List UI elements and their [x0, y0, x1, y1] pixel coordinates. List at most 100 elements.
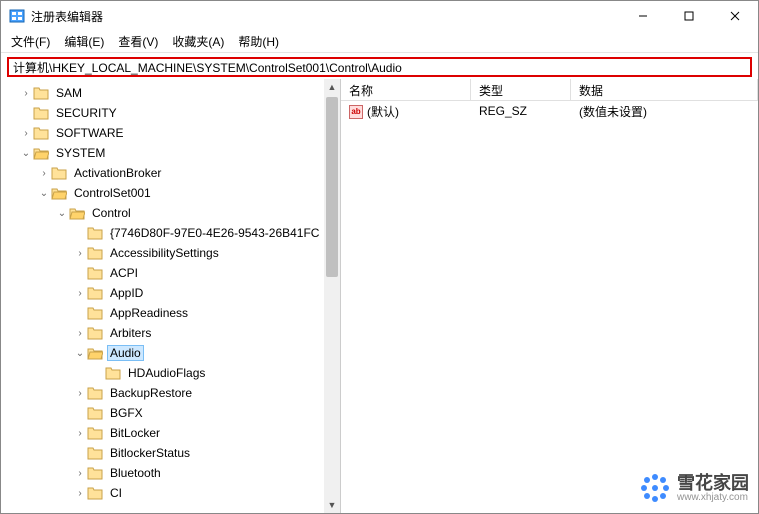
menubar: 文件(F) 编辑(E) 查看(V) 收藏夹(A) 帮助(H) — [1, 31, 758, 53]
tree-node[interactable]: › ActivationBroker — [1, 163, 340, 183]
expand-icon[interactable]: › — [73, 328, 87, 339]
registry-tree[interactable]: ›SAMSECURITY›SOFTWARE⌄SYSTEM›ActivationB… — [1, 79, 341, 513]
watermark-title: 雪花家园 — [677, 474, 749, 492]
tree-node[interactable]: › BitLocker — [1, 423, 340, 443]
expand-icon[interactable]: › — [73, 288, 87, 299]
folder-icon — [105, 366, 121, 380]
folder-icon — [87, 426, 103, 440]
watermark-text-block: 雪花家园 www.xhjaty.com — [677, 474, 749, 503]
col-data[interactable]: 数据 — [571, 79, 758, 100]
expand-icon[interactable]: › — [73, 388, 87, 399]
tree-label: BitLocker — [107, 425, 163, 441]
tree-node[interactable]: ⌄ SYSTEM — [1, 143, 340, 163]
tree-label: ControlSet001 — [71, 185, 154, 201]
app-icon — [9, 8, 25, 24]
scroll-down-button[interactable]: ▼ — [324, 497, 340, 513]
values-rows: ab(默认)REG_SZ(数值未设置) — [341, 101, 758, 121]
scroll-thumb[interactable] — [326, 97, 338, 277]
tree-node[interactable]: ⌄ Control — [1, 203, 340, 223]
folder-icon — [87, 286, 103, 300]
tree-node[interactable]: ›CI — [1, 483, 340, 503]
menu-edit[interactable]: 编辑(E) — [64, 33, 104, 50]
tree-label: BackupRestore — [107, 385, 195, 401]
maximize-button[interactable] — [666, 1, 712, 31]
scroll-up-button[interactable]: ▲ — [324, 79, 340, 95]
value-name: (默认) — [367, 105, 399, 119]
tree-node[interactable]: › BackupRestore — [1, 383, 340, 403]
watermark-url: www.xhjaty.com — [677, 492, 749, 503]
tree-node[interactable]: › AppID — [1, 283, 340, 303]
tree-label: Arbiters — [107, 325, 154, 341]
menu-file[interactable]: 文件(F) — [11, 33, 50, 50]
values-pane: 名称 类型 数据 ab(默认)REG_SZ(数值未设置) — [341, 79, 758, 513]
menu-view[interactable]: 查看(V) — [118, 33, 158, 50]
tree-node[interactable]: ›Bluetooth — [1, 463, 340, 483]
minimize-button[interactable] — [620, 1, 666, 31]
folder-icon — [87, 466, 103, 480]
tree-label: SAM — [53, 85, 85, 101]
watermark: 雪花家园 www.xhjaty.com — [639, 472, 749, 504]
tree-node[interactable]: AppReadiness — [1, 303, 340, 323]
folder-icon — [87, 406, 103, 420]
expand-icon[interactable]: ⌄ — [73, 348, 87, 359]
tree-node[interactable]: BitlockerStatus — [1, 443, 340, 463]
address-bar[interactable] — [7, 57, 752, 77]
expand-icon[interactable]: › — [19, 88, 33, 99]
tree-node[interactable]: › SOFTWARE — [1, 123, 340, 143]
tree-node[interactable]: ⌄ Audio — [1, 343, 340, 363]
tree-node[interactable]: {7746D80F-97E0-4E26-9543-26B41FC — [1, 223, 340, 243]
expand-icon[interactable]: ⌄ — [37, 188, 51, 199]
tree-label: HDAudioFlags — [125, 365, 208, 381]
tree-node[interactable]: › Arbiters — [1, 323, 340, 343]
content-area: ›SAMSECURITY›SOFTWARE⌄SYSTEM›ActivationB… — [1, 79, 758, 513]
folder-icon — [87, 446, 103, 460]
menu-favorites[interactable]: 收藏夹(A) — [172, 33, 224, 50]
tree-label: SOFTWARE — [53, 125, 127, 141]
tree-node[interactable]: ⌄ ControlSet001 — [1, 183, 340, 203]
tree-node[interactable]: ACPI — [1, 263, 340, 283]
expand-icon[interactable]: ⌄ — [19, 148, 33, 159]
expand-icon[interactable]: › — [37, 168, 51, 179]
folder-icon — [33, 146, 49, 160]
tree-label: SYSTEM — [53, 145, 108, 161]
folder-icon — [33, 126, 49, 140]
window-title: 注册表编辑器 — [31, 8, 620, 25]
registry-window: 注册表编辑器 文件(F) 编辑(E) 查看(V) 收藏夹(A) 帮助(H) ›S… — [0, 0, 759, 514]
folder-icon — [87, 326, 103, 340]
tree-label: ACPI — [107, 265, 141, 281]
address-bar-container — [7, 57, 752, 77]
snowflake-icon — [639, 472, 671, 504]
tree-label: Audio — [107, 345, 144, 361]
folder-icon — [87, 226, 103, 240]
tree-scrollbar[interactable]: ▲ ▼ — [324, 79, 340, 513]
tree-node[interactable]: SECURITY — [1, 103, 340, 123]
folder-icon — [51, 186, 67, 200]
tree-node[interactable]: › AccessibilitySettings — [1, 243, 340, 263]
expand-icon[interactable]: ⌄ — [55, 208, 69, 219]
tree-label: Control — [89, 205, 134, 221]
col-name[interactable]: 名称 — [341, 79, 471, 100]
folder-icon — [33, 86, 49, 100]
expand-icon[interactable]: › — [73, 428, 87, 439]
expand-icon[interactable]: › — [73, 248, 87, 259]
tree-label: AccessibilitySettings — [107, 245, 222, 261]
expand-icon[interactable]: › — [19, 128, 33, 139]
tree-label: BitlockerStatus — [107, 445, 193, 461]
close-button[interactable] — [712, 1, 758, 31]
expand-icon[interactable]: › — [73, 488, 87, 499]
tree-node[interactable]: BGFX — [1, 403, 340, 423]
tree-label: BGFX — [107, 405, 146, 421]
tree-node[interactable]: › SAM — [1, 83, 340, 103]
folder-icon — [69, 206, 85, 220]
tree-label: AppID — [107, 285, 146, 301]
folder-icon — [87, 246, 103, 260]
tree-node[interactable]: HDAudioFlags — [1, 363, 340, 383]
value-row[interactable]: ab(默认)REG_SZ(数值未设置) — [341, 101, 758, 121]
tree-label: SECURITY — [53, 105, 120, 121]
col-type[interactable]: 类型 — [471, 79, 571, 100]
folder-icon — [33, 106, 49, 120]
menu-help[interactable]: 帮助(H) — [238, 33, 279, 50]
tree-label: ActivationBroker — [71, 165, 164, 181]
folder-icon — [87, 486, 103, 500]
expand-icon[interactable]: › — [73, 468, 87, 479]
